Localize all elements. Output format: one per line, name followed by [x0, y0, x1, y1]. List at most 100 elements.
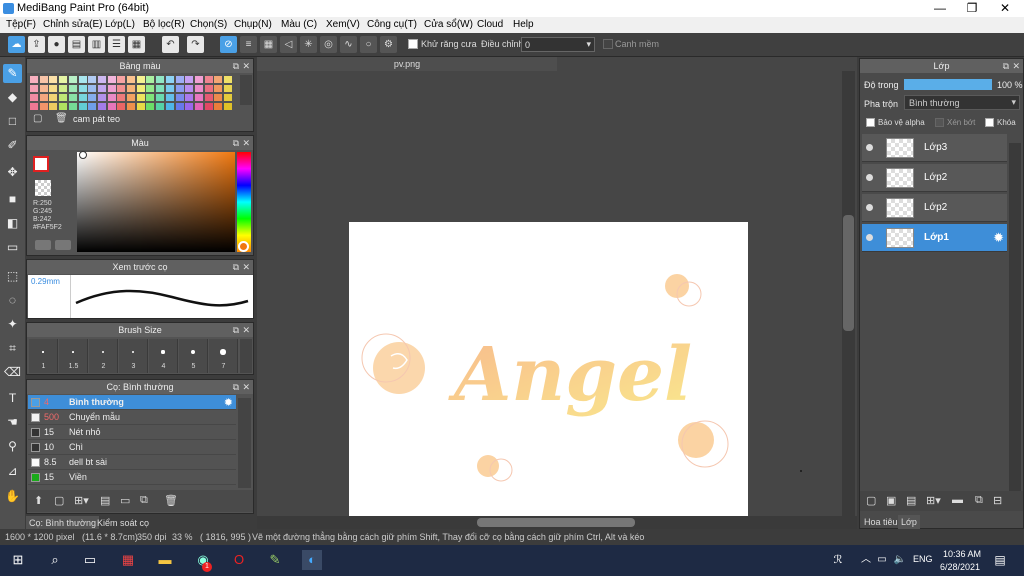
color-swatch[interactable]	[224, 94, 232, 101]
minimize-button[interactable]: —	[923, 0, 957, 17]
hand-tool-icon[interactable]: ✋	[3, 487, 22, 506]
close-icon[interactable]: ✕	[242, 260, 250, 274]
visibility-icon[interactable]	[866, 174, 873, 181]
visibility-icon[interactable]	[866, 234, 873, 241]
menu-help[interactable]: Help	[513, 19, 534, 30]
cross-snap-icon[interactable]: ▦	[260, 36, 277, 53]
undo-icon[interactable]: ↶	[162, 36, 179, 53]
brush-row[interactable]: 15 Nét nhỏ	[28, 425, 236, 440]
brush-row[interactable]: 4 Bình thường ✹	[28, 395, 236, 410]
color-swatch[interactable]	[49, 76, 58, 83]
color-swatch[interactable]	[127, 103, 135, 110]
saturation-value-picker[interactable]	[77, 152, 235, 252]
tab-brush-control[interactable]: Kiểm soát cọ	[94, 516, 152, 530]
list-icon[interactable]: ☰	[108, 36, 125, 53]
color-swatch[interactable]	[68, 76, 77, 83]
opacity-slider[interactable]	[904, 79, 992, 90]
transparent-swatch[interactable]	[35, 180, 51, 196]
brush-tool-icon[interactable]: ✎	[3, 64, 22, 83]
document-canvas[interactable]: Angel	[349, 222, 802, 518]
comment-icon[interactable]: ●	[48, 36, 65, 53]
color-swatch[interactable]	[146, 94, 155, 101]
color-swatch[interactable]	[136, 85, 145, 92]
color-swatch[interactable]	[127, 85, 135, 92]
page-icon[interactable]: ▥	[88, 36, 105, 53]
rect-tool-icon[interactable]: □	[3, 112, 22, 131]
picker-handle[interactable]	[79, 151, 87, 159]
color-swatch[interactable]	[127, 94, 135, 101]
redo-icon[interactable]: ↷	[187, 36, 204, 53]
color-swatch[interactable]	[224, 103, 232, 110]
brush-size-cell[interactable]: 4	[149, 339, 178, 373]
new-layer-icon[interactable]: ▢	[866, 494, 876, 507]
pen-tool-icon[interactable]: ✐	[3, 136, 22, 155]
radial-snap-icon[interactable]: ✳	[300, 36, 317, 53]
color-swatch[interactable]	[88, 103, 97, 110]
curve-snap-icon[interactable]: ∿	[340, 36, 357, 53]
tab-navigator[interactable]: Hoa tiêu	[861, 515, 901, 529]
close-icon[interactable]: ✕	[242, 136, 250, 150]
color-swatch[interactable]	[78, 85, 87, 92]
text-tool-icon[interactable]: T	[3, 389, 22, 408]
horizontal-scroll-thumb[interactable]	[477, 518, 635, 527]
color-swatch[interactable]	[59, 85, 68, 92]
maximize-button[interactable]: ❐	[955, 0, 989, 17]
new-palette-icon[interactable]: ▢	[33, 113, 42, 124]
eyedropper-icon[interactable]: ⊿	[3, 462, 22, 481]
protect-alpha-checkbox[interactable]	[866, 118, 875, 127]
circle-snap-icon[interactable]: ◎	[320, 36, 337, 53]
color-swatch[interactable]	[68, 94, 77, 101]
palette-scrollbar[interactable]	[240, 75, 252, 105]
store-icon[interactable]: ▦	[118, 550, 138, 570]
color-swatch[interactable]	[127, 76, 135, 83]
color-swatch[interactable]	[175, 94, 184, 101]
color-swatch[interactable]	[214, 76, 223, 83]
gradient-tool-icon[interactable]: ▭	[3, 238, 22, 257]
eraser-tool-icon[interactable]: ◆	[3, 88, 22, 107]
add-brush-icon[interactable]: ⊞▾	[74, 494, 89, 507]
undock-icon[interactable]: ⧉	[233, 380, 239, 394]
windows-start-icon[interactable]: ⊞	[8, 550, 28, 570]
color-swatch[interactable]	[214, 103, 223, 110]
undock-icon[interactable]: ⧉	[233, 59, 239, 73]
menu-tools[interactable]: Công cụ(T)	[367, 19, 417, 30]
color-swatch[interactable]	[165, 103, 174, 110]
color-swatch[interactable]	[30, 94, 38, 101]
color-swatch[interactable]	[117, 94, 126, 101]
people-icon[interactable]: ℛ	[828, 550, 848, 570]
layer-row[interactable]: Lớp3	[862, 134, 1007, 162]
color-swatch[interactable]	[136, 103, 145, 110]
gear-icon[interactable]: ✹	[993, 230, 1004, 246]
color-swatch[interactable]	[97, 94, 106, 101]
color-swatch[interactable]	[107, 94, 116, 101]
operation-tool-icon[interactable]: ☚	[3, 413, 22, 432]
bucket-tool-icon[interactable]: ◧	[3, 214, 22, 233]
color-swatch[interactable]	[204, 103, 213, 110]
color-swatch[interactable]	[146, 103, 155, 110]
close-icon[interactable]: ✕	[242, 59, 250, 73]
brush-list-scrollbar[interactable]	[238, 398, 251, 488]
layer-row[interactable]: Lớp1 ✹	[862, 224, 1007, 252]
color-swatch[interactable]	[117, 103, 126, 110]
color-swatch[interactable]	[194, 85, 203, 92]
color-swatch[interactable]	[88, 85, 97, 92]
brush-size-cell[interactable]: 1.5	[59, 339, 88, 373]
lock-checkbox[interactable]	[985, 118, 994, 127]
folder-icon[interactable]: ▭	[120, 494, 130, 507]
layer-folder-icon[interactable]: ▬	[952, 494, 963, 506]
color-swatch[interactable]	[39, 103, 48, 110]
color-swatch[interactable]	[68, 103, 77, 110]
magic-wand-icon[interactable]: ✦	[3, 315, 22, 334]
color-swatch[interactable]	[107, 85, 116, 92]
color-swatch[interactable]	[185, 85, 194, 92]
color-swatch[interactable]	[59, 76, 68, 83]
color-mode-button[interactable]	[35, 240, 51, 250]
select-pen-icon[interactable]: ⌗	[3, 339, 22, 358]
color-swatch[interactable]	[68, 85, 77, 92]
color-swatch[interactable]	[30, 76, 38, 83]
new-brush-icon[interactable]: ▢	[54, 494, 64, 507]
color-swap-button[interactable]	[55, 240, 71, 250]
message-icon[interactable]: ▤	[68, 36, 85, 53]
duplicate-layer-icon[interactable]: ⧉	[975, 494, 983, 507]
document-tab[interactable]: pv.png	[257, 57, 557, 71]
